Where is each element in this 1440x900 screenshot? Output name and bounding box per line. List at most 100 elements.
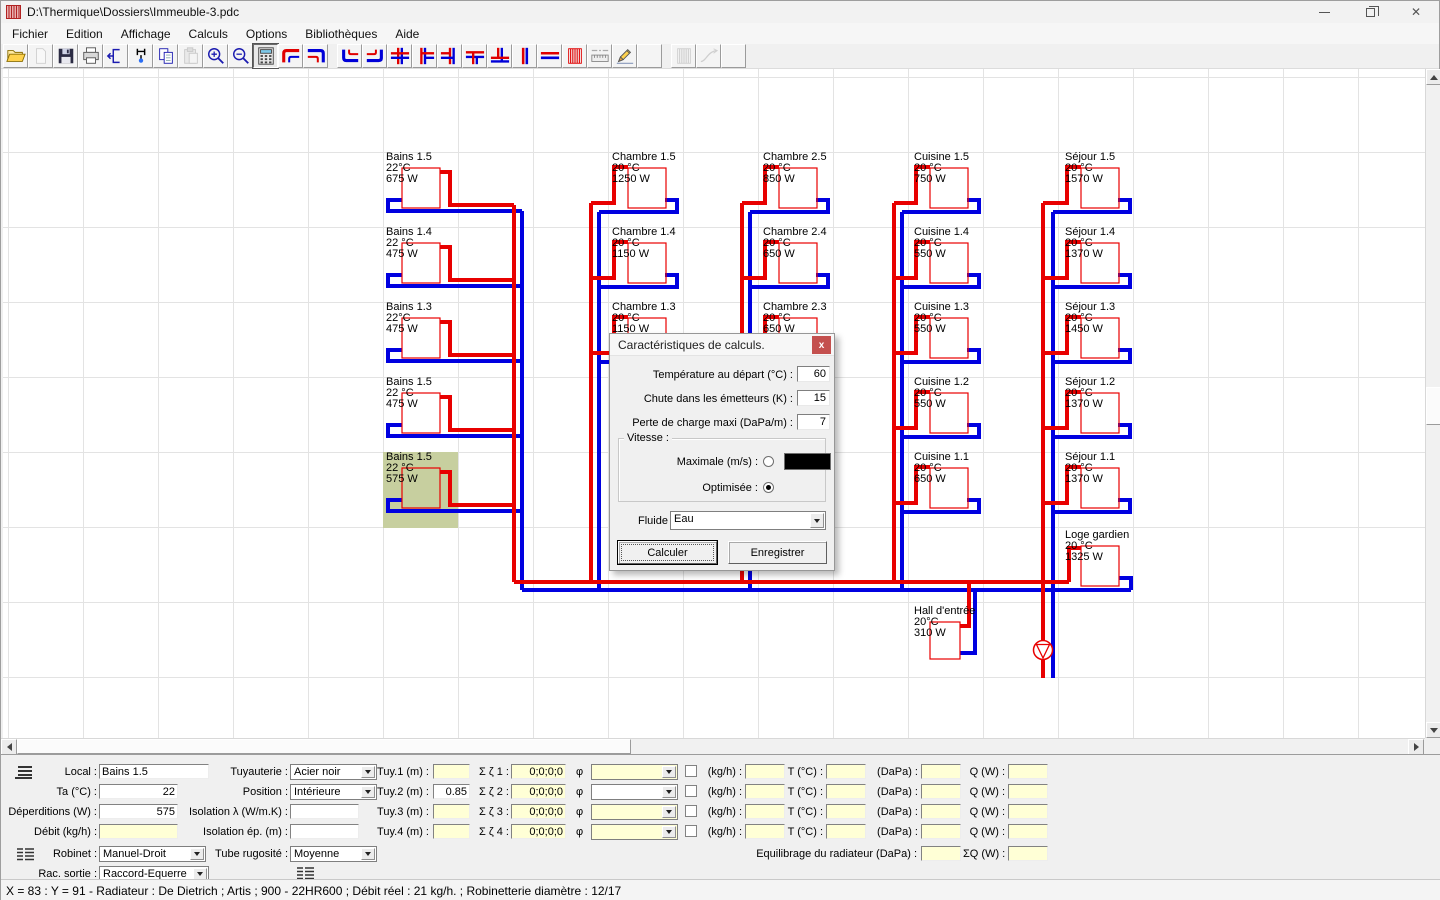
pipe-cross-button[interactable] — [387, 44, 412, 68]
flow-2-t-field[interactable] — [826, 784, 866, 799]
radiator-s-jour-1.2[interactable]: Séjour 1.220 °C1370 W — [1065, 376, 1119, 433]
radiator-s-jour-1.4[interactable]: Séjour 1.420 °C1370 W — [1065, 226, 1119, 283]
scroll-up-button[interactable] — [1426, 69, 1440, 85]
tuy-3-field[interactable] — [433, 804, 470, 819]
radiator-cuisine-1.4[interactable]: Cuisine 1.420 °C550 W — [914, 226, 969, 283]
flow-3-t-field[interactable] — [826, 804, 866, 819]
fluide-combo[interactable]: Eau — [670, 511, 826, 530]
radiator-chambre-2.4[interactable]: Chambre 2.420 °C650 W — [763, 226, 827, 283]
perte-charge-field[interactable]: 7 — [797, 414, 830, 430]
restore-button[interactable] — [1347, 1, 1393, 23]
edit-tool-button[interactable] — [612, 44, 637, 68]
optimisee-radio[interactable] — [763, 482, 774, 493]
pipe-corner-blue-left-button[interactable] — [337, 44, 362, 68]
radiator-hall-entree[interactable]: Hall d'entrée20°C310 W — [914, 605, 975, 659]
zoom-in-button[interactable] — [203, 44, 228, 68]
horizontal-scrollbar[interactable] — [1, 738, 1425, 754]
tuy-1-field[interactable] — [433, 764, 470, 779]
calculer-button[interactable]: Calculer — [618, 541, 717, 564]
radiator-cuisine-1.1[interactable]: Cuisine 1.120 °C650 W — [914, 451, 969, 508]
radiator-cuisine-1.2[interactable]: Cuisine 1.220 °C550 W — [914, 376, 969, 433]
pipe-tee-right-button[interactable] — [412, 44, 437, 68]
vertical-scrollbar[interactable] — [1425, 69, 1440, 738]
scroll-left-button[interactable] — [1, 739, 17, 755]
isolation-ep-field[interactable] — [290, 824, 359, 839]
zoom-out-button[interactable] — [228, 44, 253, 68]
menu-bibliotheques[interactable]: Bibliothèques — [296, 25, 386, 43]
pipe-elbow-blue-button[interactable] — [303, 44, 328, 68]
sigma-q-field[interactable] — [1008, 846, 1048, 861]
flow-4-q-field[interactable] — [1008, 824, 1048, 839]
list-detail-icon-2[interactable] — [297, 866, 314, 880]
scroll-right-button[interactable] — [1408, 739, 1424, 755]
scroll-down-button[interactable] — [1426, 722, 1440, 738]
vertical-scroll-thumb[interactable] — [1426, 387, 1440, 425]
new-button[interactable] — [28, 44, 53, 68]
chute-emetteurs-field[interactable]: 15 — [797, 390, 830, 406]
deperditions-field[interactable]: 575 — [99, 804, 178, 819]
flow-2-q-field[interactable] — [1008, 784, 1048, 799]
radiator-tool-button[interactable] — [562, 44, 587, 68]
minimize-button[interactable] — [1301, 1, 1347, 23]
radiator-cuisine-1.3[interactable]: Cuisine 1.320 °C550 W — [914, 301, 969, 358]
radiator-chambre-2.5[interactable]: Chambre 2.520 °C850 W — [763, 151, 827, 208]
menu-affichage[interactable]: Affichage — [112, 25, 180, 43]
radiator-gray-button[interactable] — [671, 44, 696, 68]
paste-button[interactable] — [178, 44, 203, 68]
copy-button[interactable] — [153, 44, 178, 68]
flow-1-checkbox[interactable] — [685, 765, 697, 777]
pipe-vertical-button[interactable] — [512, 44, 537, 68]
flow-1-q-field[interactable] — [1008, 764, 1048, 779]
pipe-horizontal-button[interactable] — [537, 44, 562, 68]
pipe-elbow-red-button[interactable] — [278, 44, 303, 68]
print-button[interactable] — [78, 44, 103, 68]
tuyauterie-combo[interactable]: Acier noir — [290, 764, 377, 780]
chevron-down-icon[interactable] — [662, 786, 676, 798]
flow-1-dapa-field[interactable] — [921, 764, 961, 779]
diameter-2-combo[interactable] — [591, 784, 678, 800]
debit-field[interactable] — [99, 824, 178, 839]
menu-fichier[interactable]: Fichier — [3, 25, 57, 43]
isolation-lambda-field[interactable] — [290, 804, 359, 819]
flow-3-dapa-field[interactable] — [921, 804, 961, 819]
menu-aide[interactable]: Aide — [386, 25, 428, 43]
ta-field[interactable]: 22 — [99, 784, 178, 799]
insert-branch-button[interactable] — [103, 44, 128, 68]
radiator-s-jour-1.1[interactable]: Séjour 1.120 °C1370 W — [1065, 451, 1119, 508]
tuy-4-field[interactable] — [433, 824, 470, 839]
flow-2-checkbox[interactable] — [685, 785, 697, 797]
pump-symbol[interactable] — [1034, 641, 1053, 660]
calculate-button[interactable] — [253, 44, 278, 68]
save-button[interactable] — [53, 44, 78, 68]
curve-tool-button[interactable] — [696, 44, 721, 68]
pipe-corner-blue-right-button[interactable] — [362, 44, 387, 68]
diameter-3-combo[interactable] — [591, 804, 678, 820]
flow-1-t-field[interactable] — [826, 764, 866, 779]
menu-calculs[interactable]: Calculs — [180, 25, 237, 43]
pipe-tee-left-button[interactable] — [437, 44, 462, 68]
radiator-loge-gardien[interactable]: Loge gardien20 °C1325 W — [1065, 529, 1129, 586]
diameter-4-combo[interactable] — [591, 824, 678, 840]
radiator-chambre-1.5[interactable]: Chambre 1.520 °C1250 W — [612, 151, 676, 208]
radiator-chambre-1.4[interactable]: Chambre 1.420 °C1150 W — [612, 226, 676, 283]
flow-4-kgh-field[interactable] — [745, 824, 785, 839]
menu-options[interactable]: Options — [237, 25, 296, 43]
tuy-2-field[interactable]: 0.85 — [433, 784, 470, 799]
maximale-radio[interactable] — [763, 456, 774, 467]
chevron-down-icon[interactable] — [810, 513, 824, 528]
pipe-tee-bottom-button[interactable] — [487, 44, 512, 68]
depart-temp-field[interactable]: 60 — [797, 366, 830, 382]
zeta-1-field[interactable]: 0;0;0;0 — [511, 764, 566, 779]
dialog-title-bar[interactable]: Caractéristiques de calculs. x — [610, 334, 834, 356]
chevron-down-icon[interactable] — [662, 766, 676, 778]
zeta-4-field[interactable]: 0;0;0;0 — [511, 824, 566, 839]
radiator-s-jour-1.3[interactable]: Séjour 1.320 °C1450 W — [1065, 301, 1119, 358]
position-combo[interactable]: Intérieure — [290, 784, 377, 800]
flow-2-kgh-field[interactable] — [745, 784, 785, 799]
chevron-down-icon[interactable] — [662, 826, 676, 838]
equilibrage-field[interactable] — [921, 846, 961, 861]
radiator-s-jour-1.5[interactable]: Séjour 1.520 °C1570 W — [1065, 151, 1119, 208]
flow-1-kgh-field[interactable] — [745, 764, 785, 779]
flow-4-t-field[interactable] — [826, 824, 866, 839]
flow-3-checkbox[interactable] — [685, 805, 697, 817]
